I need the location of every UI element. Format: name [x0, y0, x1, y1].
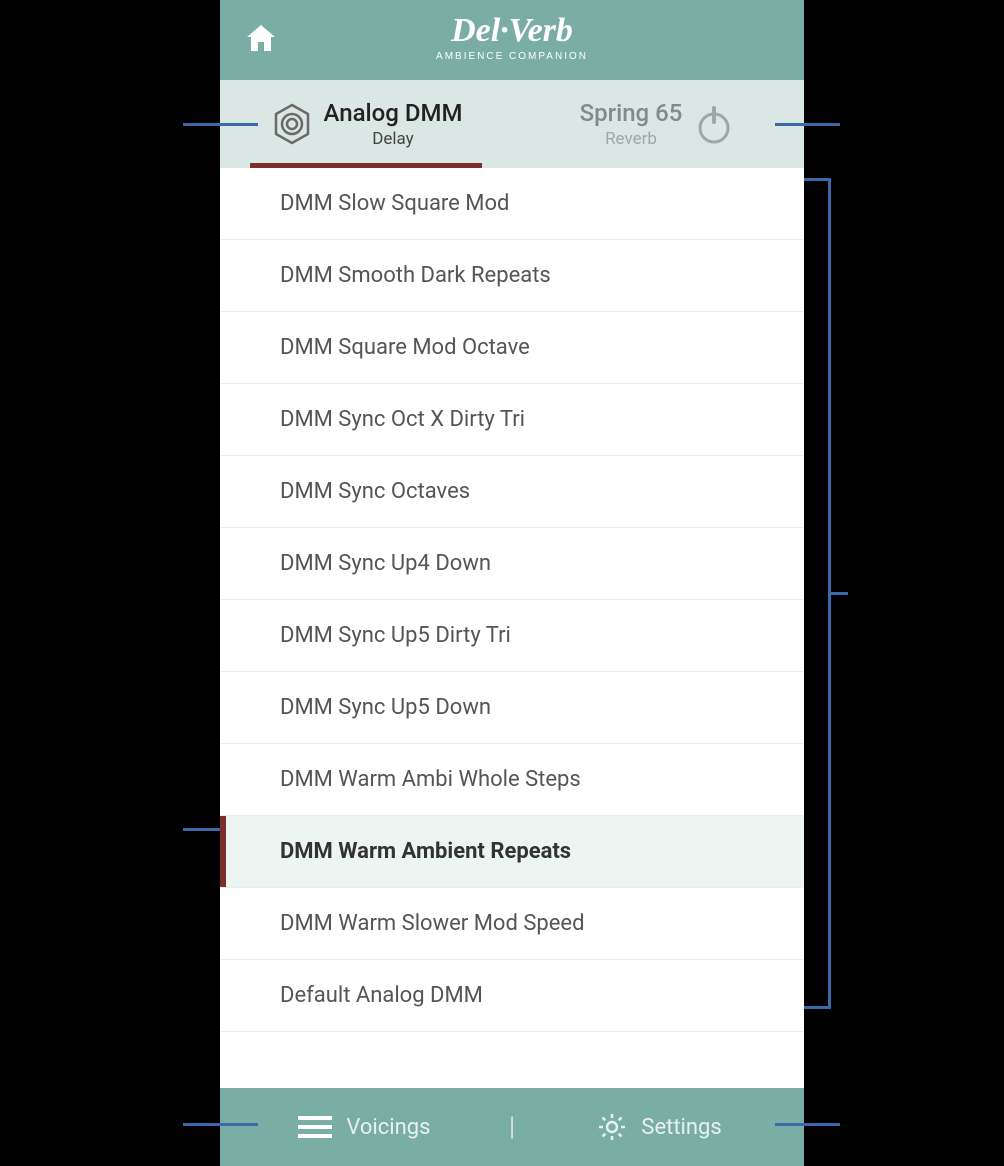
- preset-row[interactable]: DMM Slow Square Mod: [220, 168, 804, 240]
- preset-row[interactable]: DMM Warm Ambient Repeats: [220, 816, 804, 888]
- callout-line: [775, 123, 840, 126]
- preset-label: DMM Sync Up5 Dirty Tri: [280, 623, 511, 648]
- gear-icon: [597, 1112, 627, 1142]
- settings-label: Settings: [641, 1115, 721, 1140]
- callout-line: [775, 1123, 840, 1126]
- preset-row[interactable]: DMM Warm Slower Mod Speed: [220, 888, 804, 960]
- preset-row[interactable]: DMM Sync Oct X Dirty Tri: [220, 384, 804, 456]
- tab-delay[interactable]: Analog DMM Delay: [220, 80, 512, 168]
- callout-line: [183, 828, 220, 831]
- preset-row[interactable]: DMM Sync Up5 Dirty Tri: [220, 600, 804, 672]
- preset-row[interactable]: DMM Sync Octaves: [220, 456, 804, 528]
- list-icon: [298, 1114, 332, 1140]
- preset-row[interactable]: DMM Sync Up5 Down: [220, 672, 804, 744]
- preset-label: DMM Square Mod Octave: [280, 335, 530, 360]
- tab-delay-title: Analog DMM: [324, 99, 463, 127]
- callout-line: [804, 1006, 830, 1009]
- preset-label: DMM Sync Oct X Dirty Tri: [280, 407, 525, 432]
- preset-label: DMM Sync Octaves: [280, 479, 470, 504]
- effect-tabs: Analog DMM Delay Spring 65 Reverb: [220, 80, 804, 168]
- preset-label: DMM Sync Up5 Down: [280, 695, 491, 720]
- tab-reverb-sub: Reverb: [605, 129, 657, 149]
- app-frame: Del·Verb AMBIENCE COMPANION Analog DMM D…: [220, 0, 804, 1166]
- callout-line: [183, 1123, 258, 1126]
- preset-row[interactable]: DMM Smooth Dark Repeats: [220, 240, 804, 312]
- home-button[interactable]: [245, 23, 277, 57]
- preset-row[interactable]: DMM Square Mod Octave: [220, 312, 804, 384]
- power-icon: [692, 102, 736, 146]
- logo-main-text: Del·Verb: [450, 12, 573, 49]
- callout-line: [804, 178, 830, 181]
- tab-reverb[interactable]: Spring 65 Reverb: [512, 80, 804, 168]
- logo-sub-text: AMBIENCE COMPANION: [436, 51, 588, 62]
- tab-delay-sub: Delay: [372, 129, 413, 149]
- app-footer: Voicings | Settings: [220, 1088, 804, 1166]
- callout-line: [828, 592, 848, 595]
- preset-label: DMM Slow Square Mod: [280, 191, 509, 216]
- preset-label: DMM Smooth Dark Repeats: [280, 263, 551, 288]
- callout-line: [183, 123, 258, 126]
- preset-label: Default Analog DMM: [280, 983, 483, 1008]
- preset-label: DMM Sync Up4 Down: [280, 551, 491, 576]
- voicings-button[interactable]: Voicings: [220, 1114, 509, 1140]
- app-header: Del·Verb AMBIENCE COMPANION: [220, 0, 804, 80]
- preset-label: DMM Warm Ambient Repeats: [280, 839, 571, 864]
- settings-button[interactable]: Settings: [515, 1112, 804, 1142]
- app-logo: Del·Verb AMBIENCE COMPANION: [220, 9, 804, 71]
- preset-row[interactable]: DMM Sync Up4 Down: [220, 528, 804, 600]
- preset-row[interactable]: DMM Warm Ambi Whole Steps: [220, 744, 804, 816]
- hex-knob-icon: [270, 102, 314, 146]
- tab-reverb-title: Spring 65: [580, 99, 683, 127]
- voicings-label: Voicings: [346, 1115, 430, 1140]
- home-icon: [245, 23, 277, 53]
- preset-label: DMM Warm Slower Mod Speed: [280, 911, 585, 936]
- preset-list[interactable]: DMM Slow Square Mod DMM Smooth Dark Repea…: [220, 168, 804, 1088]
- preset-label: DMM Warm Ambi Whole Steps: [280, 767, 581, 792]
- preset-row[interactable]: Default Analog DMM: [220, 960, 804, 1032]
